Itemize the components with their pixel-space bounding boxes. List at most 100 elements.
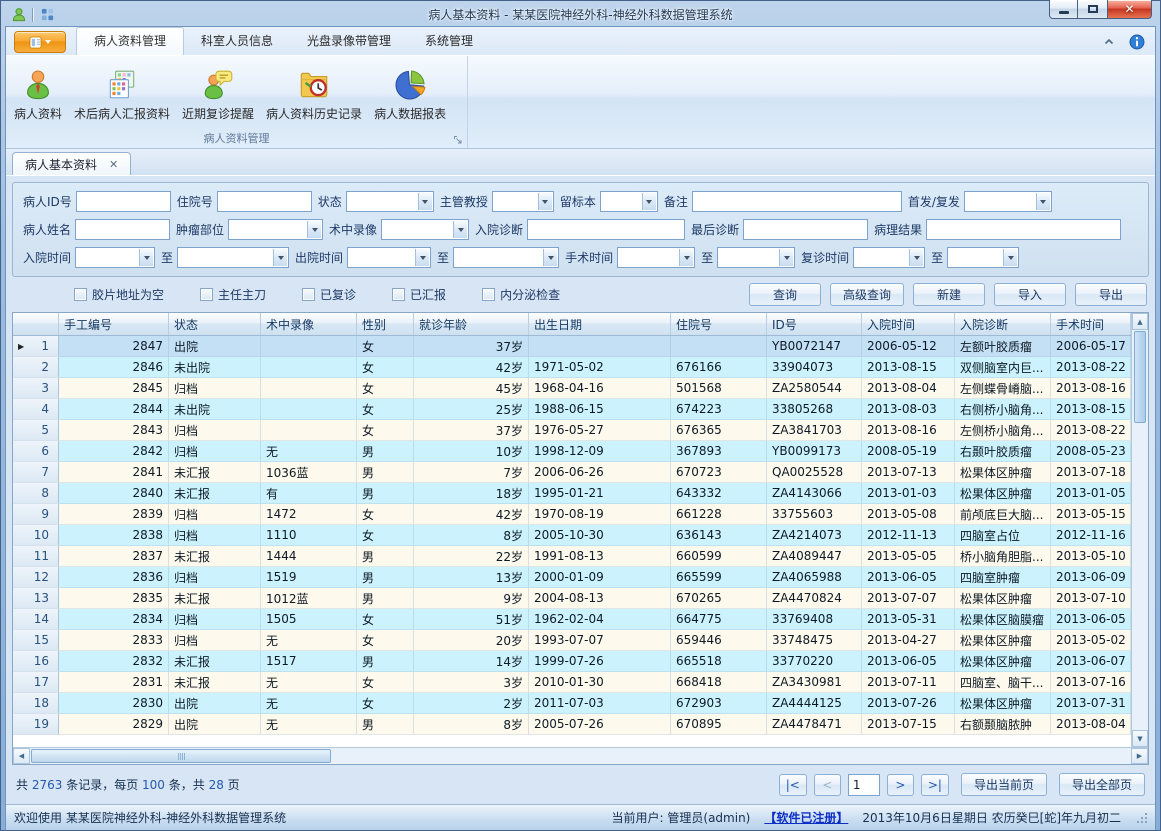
table-cell[interactable]: 2013-07-16 xyxy=(1051,672,1131,693)
combo-dropdown-icon[interactable] xyxy=(453,221,467,238)
table-cell[interactable]: 男 xyxy=(357,483,414,504)
app-logo-icon[interactable] xyxy=(11,7,27,23)
row-number-cell[interactable]: 4 xyxy=(13,399,59,420)
table-cell[interactable]: 665518 xyxy=(671,651,767,672)
table-cell[interactable]: 未汇报 xyxy=(169,483,261,504)
filter-checkbox[interactable]: 已汇报 xyxy=(392,286,446,303)
row-number-cell[interactable]: 2 xyxy=(13,357,59,378)
table-cell[interactable]: 1962-02-04 xyxy=(529,609,671,630)
table-cell[interactable]: 3岁 xyxy=(414,672,529,693)
vertical-scroll-thumb[interactable] xyxy=(1134,331,1146,423)
grid-column-header[interactable]: 术中录像 xyxy=(261,313,357,335)
table-cell[interactable]: ZA3841703 xyxy=(767,420,862,441)
table-row[interactable]: 102838归档1110女8岁2005-10-30636143ZA4214073… xyxy=(13,525,1131,546)
table-cell[interactable]: 1968-04-16 xyxy=(529,378,671,399)
table-cell[interactable]: 女 xyxy=(357,672,414,693)
action-button-新建[interactable]: 新建 xyxy=(913,283,985,306)
table-cell[interactable]: 出院 xyxy=(169,714,261,735)
table-cell[interactable]: 未汇报 xyxy=(169,672,261,693)
table-cell[interactable]: 双侧脑室内巨... xyxy=(955,357,1051,378)
table-cell[interactable]: 33755603 xyxy=(767,504,862,525)
table-cell[interactable]: 出院 xyxy=(169,336,261,357)
combo-dropdown-icon[interactable] xyxy=(1003,249,1017,266)
row-number-cell[interactable]: 17 xyxy=(13,672,59,693)
table-cell[interactable]: ZA4470824 xyxy=(767,588,862,609)
first-page-button[interactable]: |< xyxy=(779,774,807,796)
table-cell[interactable]: 2013-06-07 xyxy=(1051,651,1131,672)
table-cell[interactable]: 2012-11-13 xyxy=(862,525,955,546)
table-cell[interactable]: 1988-06-15 xyxy=(529,399,671,420)
filter-text-input[interactable] xyxy=(692,191,902,212)
table-cell[interactable]: 有 xyxy=(261,483,357,504)
filter-combo[interactable] xyxy=(617,247,695,268)
table-cell[interactable]: 2013-06-05 xyxy=(862,651,955,672)
filter-combo[interactable] xyxy=(600,191,658,212)
action-button-查询[interactable]: 查询 xyxy=(749,283,821,306)
row-number-cell[interactable]: 3 xyxy=(13,378,59,399)
table-cell[interactable]: 归档 xyxy=(169,630,261,651)
table-cell[interactable]: 未汇报 xyxy=(169,588,261,609)
row-number-cell[interactable]: 9 xyxy=(13,504,59,525)
table-cell[interactable]: 2841 xyxy=(59,462,169,483)
table-cell[interactable]: 2844 xyxy=(59,399,169,420)
table-cell[interactable]: 2013-05-05 xyxy=(862,546,955,567)
table-cell[interactable]: 2006-06-26 xyxy=(529,462,671,483)
filter-combo[interactable] xyxy=(228,219,323,240)
table-cell[interactable]: 1505 xyxy=(261,609,357,630)
ribbon-tab[interactable]: 光盘录像带管理 xyxy=(290,28,408,55)
table-cell[interactable] xyxy=(261,336,357,357)
table-cell[interactable]: 前颅底巨大脑... xyxy=(955,504,1051,525)
table-cell[interactable]: 659446 xyxy=(671,630,767,651)
table-cell[interactable]: 1517 xyxy=(261,651,357,672)
table-cell[interactable]: 女 xyxy=(357,693,414,714)
table-cell[interactable]: 2829 xyxy=(59,714,169,735)
table-cell[interactable]: 2013-07-26 xyxy=(862,693,955,714)
table-cell[interactable]: 2013-07-10 xyxy=(1051,588,1131,609)
filter-combo[interactable] xyxy=(177,247,289,268)
table-row[interactable]: 92839归档1472女42岁1970-08-19661228337556032… xyxy=(13,504,1131,525)
table-cell[interactable]: 670895 xyxy=(671,714,767,735)
ribbon-button[interactable]: 病人数据报表 xyxy=(368,63,452,126)
last-page-button[interactable]: >| xyxy=(921,774,949,796)
table-cell[interactable]: 左额叶胶质瘤 xyxy=(955,336,1051,357)
table-cell[interactable]: 25岁 xyxy=(414,399,529,420)
table-cell[interactable]: 636143 xyxy=(671,525,767,546)
table-cell[interactable]: 2838 xyxy=(59,525,169,546)
table-row[interactable]: 172831未汇报无女3岁2010-01-30668418ZA343098120… xyxy=(13,672,1131,693)
table-cell[interactable]: 665599 xyxy=(671,567,767,588)
table-cell[interactable]: 男 xyxy=(357,441,414,462)
table-cell[interactable]: 2005-10-30 xyxy=(529,525,671,546)
filter-combo[interactable] xyxy=(947,247,1019,268)
row-number-cell[interactable]: 15 xyxy=(13,630,59,651)
table-cell[interactable]: 男 xyxy=(357,567,414,588)
row-number-cell[interactable]: 8 xyxy=(13,483,59,504)
combo-dropdown-icon[interactable] xyxy=(307,221,321,238)
table-cell[interactable]: 1036蓝 xyxy=(261,462,357,483)
filter-combo[interactable] xyxy=(492,191,554,212)
table-cell[interactable]: 676166 xyxy=(671,357,767,378)
table-cell[interactable]: ZA4478471 xyxy=(767,714,862,735)
table-cell[interactable]: 2013-08-15 xyxy=(862,357,955,378)
table-cell[interactable]: 女 xyxy=(357,630,414,651)
table-cell[interactable]: 归档 xyxy=(169,567,261,588)
table-cell[interactable]: 2004-08-13 xyxy=(529,588,671,609)
table-cell[interactable]: 男 xyxy=(357,546,414,567)
table-cell[interactable]: 松果体区肿瘤 xyxy=(955,462,1051,483)
table-cell[interactable]: 2013-08-22 xyxy=(1051,357,1131,378)
table-cell[interactable]: 未出院 xyxy=(169,399,261,420)
table-cell[interactable]: 1998-12-09 xyxy=(529,441,671,462)
table-cell[interactable]: 1993-07-07 xyxy=(529,630,671,651)
table-cell[interactable]: 670265 xyxy=(671,588,767,609)
application-menu-button[interactable] xyxy=(14,31,66,53)
action-button-导入[interactable]: 导入 xyxy=(994,283,1066,306)
table-cell[interactable]: 2岁 xyxy=(414,693,529,714)
table-cell[interactable]: 2842 xyxy=(59,441,169,462)
grid-column-header[interactable]: 入院时间 xyxy=(862,313,955,335)
table-cell[interactable]: 归档 xyxy=(169,525,261,546)
table-cell[interactable]: 归档 xyxy=(169,378,261,399)
table-cell[interactable]: 2013-07-18 xyxy=(1051,462,1131,483)
table-cell[interactable]: ZA4089447 xyxy=(767,546,862,567)
table-cell[interactable] xyxy=(261,357,357,378)
grid-column-header[interactable]: 手术时间 xyxy=(1051,313,1131,335)
table-cell[interactable]: 归档 xyxy=(169,609,261,630)
